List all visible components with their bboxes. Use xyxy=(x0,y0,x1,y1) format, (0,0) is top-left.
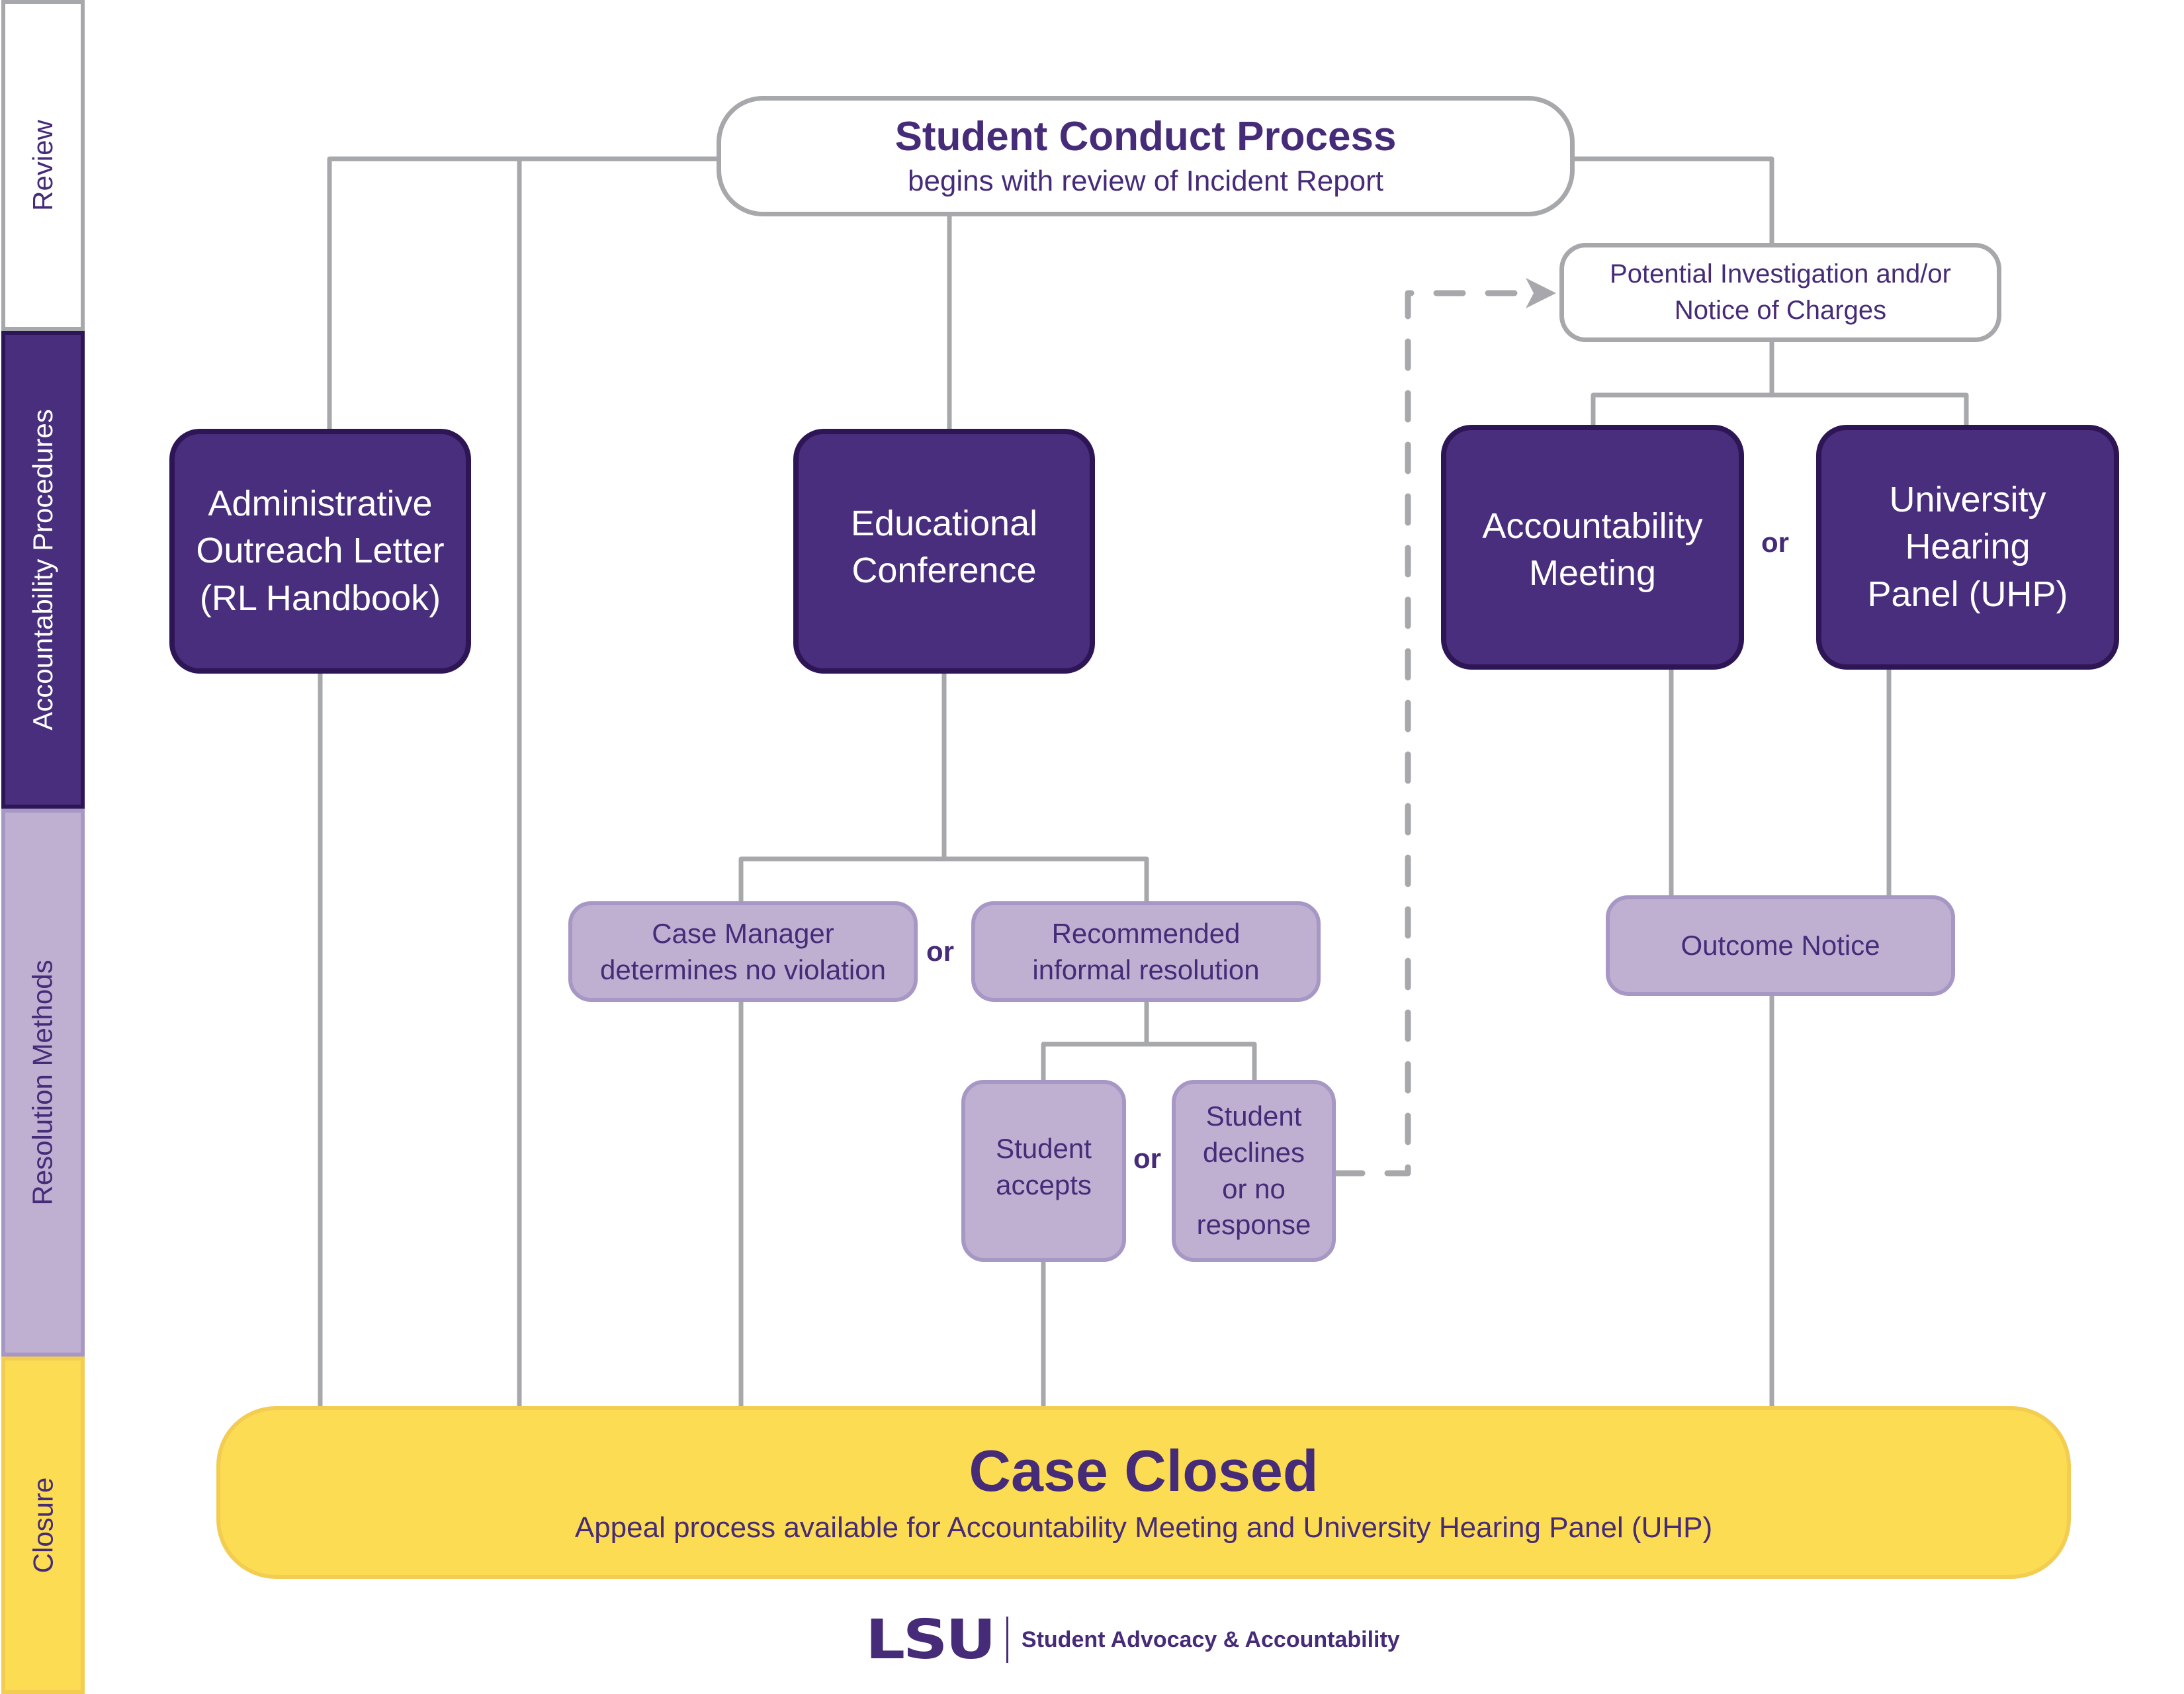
node-line: Panel (UHP) xyxy=(1867,574,2068,614)
node-line: Educational xyxy=(850,504,1038,543)
node-line: informal resolution xyxy=(1032,954,1260,985)
node-accountability-meeting: Accountability Meeting xyxy=(1441,425,1744,670)
node-case-closed: Case Closed Appeal process available for… xyxy=(216,1406,2071,1579)
node-line: Student xyxy=(1205,1100,1302,1132)
node-student-accepts: Student accepts xyxy=(961,1080,1126,1262)
node-line: determines no violation xyxy=(600,954,886,985)
node-line: Recommended xyxy=(1051,917,1241,949)
lsu-logo: LSU xyxy=(865,1608,996,1672)
node-subtitle: begins with review of Incident Report xyxy=(907,165,1384,198)
or-label: or xyxy=(1133,1143,1161,1174)
department-name: Student Advocacy & Accountability xyxy=(1021,1627,1400,1652)
footer-branding: LSU Student Advocacy & Accountability xyxy=(865,1609,1400,1672)
node-student-declines: Student declines or no response xyxy=(1172,1080,1336,1262)
stage-accountability-procedures: Accountability Procedures xyxy=(1,331,85,809)
node-university-hearing-panel: University Hearing Panel (UHP) xyxy=(1816,425,2119,670)
stage-closure: Closure xyxy=(1,1357,85,1694)
node-potential-investigation: Potential Investigation and/or Notice of… xyxy=(1559,243,2001,342)
node-line: Potential Investigation and/or xyxy=(1610,259,1951,289)
or-label: or xyxy=(1761,527,1789,558)
connector-start-to-admin xyxy=(327,156,717,429)
stage-label: Review xyxy=(27,120,58,211)
node-label: Outcome Notice xyxy=(1681,930,1880,961)
node-line: Conference xyxy=(852,551,1037,591)
node-title: Student Conduct Process xyxy=(895,113,1397,159)
node-line: Administrative xyxy=(208,484,433,524)
node-line: Student xyxy=(996,1133,1092,1164)
node-line: declines xyxy=(1202,1136,1305,1168)
or-label: or xyxy=(926,936,954,967)
stage-resolution-methods: Resolution Methods xyxy=(1,809,85,1357)
node-line: response xyxy=(1196,1209,1311,1241)
node-line: (RL Handbook) xyxy=(199,578,441,618)
node-line: Meeting xyxy=(1528,553,1657,594)
connector-informal-split xyxy=(1041,1002,1257,1080)
node-outcome-notice: Outcome Notice xyxy=(1606,895,1955,996)
node-line: Accountability xyxy=(1482,506,1703,546)
node-line: Outreach Letter xyxy=(196,531,445,571)
node-line: University xyxy=(1889,480,2046,519)
node-administrative-outreach-letter: Administrative Outreach Letter (RL Handb… xyxy=(169,429,471,674)
node-line: Notice of Charges xyxy=(1674,296,1887,325)
connector-educational-split xyxy=(738,674,1149,901)
node-educational-conference: Educational Conference xyxy=(793,429,1095,674)
arrowhead-icon xyxy=(1526,278,1556,308)
node-student-conduct-process: Student Conduct Process begins with revi… xyxy=(717,96,1575,216)
case-closed-subtitle: Appeal process available for Accountabil… xyxy=(574,1511,1713,1544)
footer-divider xyxy=(1006,1617,1008,1663)
node-recommended-informal-resolution: Recommended informal resolution xyxy=(971,901,1321,1002)
node-line: accepts xyxy=(996,1169,1092,1201)
stage-label: Resolution Methods xyxy=(27,959,58,1206)
node-line: Case Manager xyxy=(652,917,834,949)
node-line: Hearing xyxy=(1905,527,2031,567)
case-closed-title: Case Closed xyxy=(969,1438,1319,1504)
node-line: or no xyxy=(1222,1173,1286,1204)
stage-label: Accountability Procedures xyxy=(27,409,58,731)
connector-start-to-investigation xyxy=(1575,156,1774,243)
stage-review: Review xyxy=(1,0,85,331)
connector-investigation-split xyxy=(1591,342,1969,425)
stage-label: Closure xyxy=(27,1477,59,1574)
node-case-manager-no-violation: Case Manager determines no violation xyxy=(568,901,918,1002)
